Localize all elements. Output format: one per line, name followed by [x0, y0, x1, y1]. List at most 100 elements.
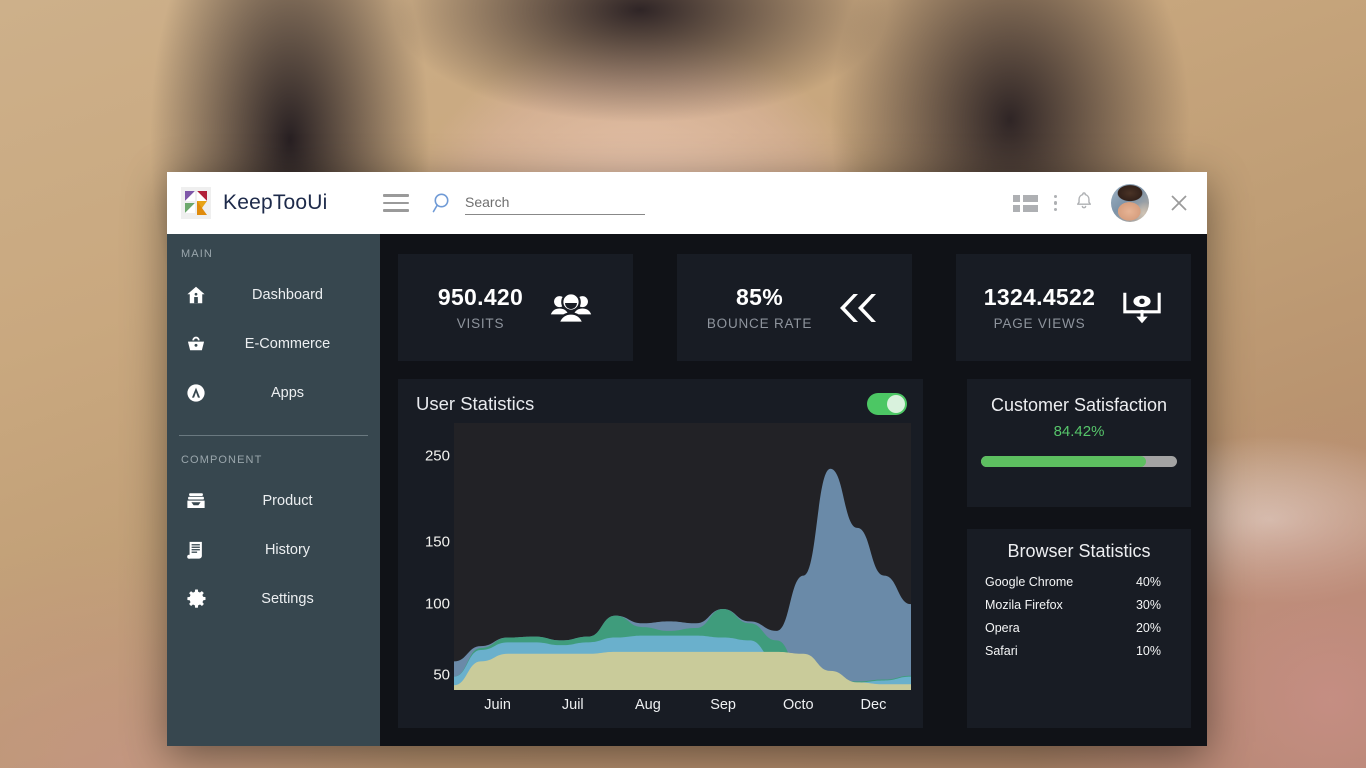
stat-label: PAGE VIEWS	[993, 316, 1086, 331]
sidebar: MAIN Dashboard E-Commerce Apps COMPONENT…	[167, 234, 380, 746]
sidebar-item-label: Settings	[261, 590, 314, 607]
chart-x-tick: Sep	[710, 697, 736, 713]
chart-header: User Statistics	[410, 393, 911, 415]
search-area	[431, 191, 1013, 215]
sidebar-item-settings[interactable]: Settings	[167, 574, 380, 623]
sidebar-item-apps[interactable]: Apps	[167, 368, 380, 417]
toggle-knob	[887, 395, 905, 413]
sidebar-item-dashboard[interactable]: Dashboard	[167, 270, 380, 319]
hamburger-bar	[383, 201, 409, 205]
sidebar-item-e-commerce[interactable]: E-Commerce	[167, 319, 380, 368]
double-chevron-left-icon	[838, 288, 882, 328]
grid-cell	[1022, 194, 1038, 202]
stat-value: 85%	[736, 284, 783, 310]
dot	[1053, 207, 1057, 212]
sidebar-item-history[interactable]: History	[167, 525, 380, 574]
browser-percent: 30%	[1135, 597, 1161, 612]
right-column: Customer Satisfaction 84.42% Browser Sta…	[967, 379, 1191, 728]
customer-satisfaction-card: Customer Satisfaction 84.42%	[967, 379, 1191, 507]
stat-card-visits[interactable]: 950.420 VISITS	[398, 254, 633, 361]
sidebar-item-label: Dashboard	[252, 286, 323, 303]
home-icon	[181, 284, 211, 306]
stat-text: 950.420 VISITS	[438, 284, 523, 331]
browser-statistics-row: Safari 10%	[981, 639, 1177, 662]
main-content: 950.420 VISITS 85% BOUNCE RATE 1324.4522…	[380, 234, 1207, 746]
users-group-icon	[549, 289, 593, 327]
chart-x-axis: Juin Juil Aug Sep Octo Dec	[454, 690, 911, 720]
search-icon[interactable]	[431, 191, 455, 215]
receipt-icon	[181, 539, 211, 561]
inbox-icon	[181, 490, 211, 512]
customer-satisfaction-value: 84.42%	[1053, 423, 1105, 440]
chart-x-tick: Octo	[782, 697, 814, 713]
grid-cell	[1012, 204, 1020, 212]
desktop-wallpaper: KeepTooUi Search MAIN Dashboard E-Commer…	[0, 0, 1366, 768]
chart-x-tick: Dec	[860, 697, 887, 713]
hamburger-bar	[383, 194, 409, 197]
browser-name: Mozila Firefox	[985, 597, 1063, 612]
satisfaction-progress-fill	[981, 456, 1147, 467]
grid-cell	[1022, 204, 1038, 212]
stat-text: 1324.4522 PAGE VIEWS	[984, 284, 1095, 331]
app-window: KeepTooUi Search MAIN Dashboard E-Commer…	[167, 172, 1207, 746]
browser-percent: 40%	[1135, 574, 1161, 589]
user-avatar[interactable]	[1111, 184, 1149, 222]
browser-name: Google Chrome	[985, 574, 1074, 589]
browser-statistics-row: Mozila Firefox 30%	[981, 593, 1177, 616]
browser-percent: 20%	[1135, 620, 1161, 635]
dot	[1053, 194, 1057, 199]
browser-name: Opera	[985, 620, 1020, 635]
chart-y-tick: 50	[433, 666, 450, 684]
sidebar-item-product[interactable]: Product	[167, 476, 380, 525]
toggle-switch-on[interactable]	[867, 393, 907, 415]
sidebar-item-label: Product	[262, 492, 313, 509]
chart-y-tick: 250	[424, 447, 450, 465]
chart-body: 250 150 100 50 Juin Juil Aug Sep Octo Dec	[410, 423, 911, 720]
stat-card-page-views[interactable]: 1324.4522 PAGE VIEWS	[956, 254, 1191, 361]
stat-card-row: 950.420 VISITS 85% BOUNCE RATE 1324.4522…	[398, 254, 1191, 361]
stat-label: VISITS	[456, 316, 505, 331]
stat-label: BOUNCE RATE	[706, 316, 813, 331]
satisfaction-progress-track	[981, 456, 1177, 467]
brand: KeepTooUi	[181, 187, 377, 219]
stat-card-bounce-rate[interactable]: 85% BOUNCE RATE	[677, 254, 912, 361]
browser-statistics-title: Browser Statistics	[1007, 541, 1151, 561]
sidebar-section-label-main: MAIN	[181, 248, 213, 260]
chart-y-tick: 100	[424, 595, 450, 613]
chart-y-tick: 150	[424, 533, 450, 551]
app-body: MAIN Dashboard E-Commerce Apps COMPONENT…	[167, 234, 1207, 746]
chart-plot-area	[454, 423, 911, 690]
browser-statistics-row: Opera 20%	[981, 616, 1177, 639]
gear-icon	[181, 587, 211, 610]
sidebar-item-label: E-Commerce	[244, 335, 331, 352]
close-icon[interactable]	[1167, 191, 1191, 215]
chart-x-tick: Juin	[484, 697, 511, 713]
grid-cell	[1012, 194, 1020, 202]
browser-name: Safari	[985, 643, 1018, 658]
chart-plot-wrap: Juin Juil Aug Sep Octo Dec	[454, 423, 911, 720]
app-header: KeepTooUi	[167, 172, 1207, 234]
appstore-icon	[181, 382, 211, 404]
grid-list-icon[interactable]	[1012, 194, 1038, 212]
brand-title: KeepTooUi	[223, 191, 328, 214]
basket-icon	[181, 333, 211, 355]
search-input[interactable]	[465, 191, 645, 215]
notification-bell-icon[interactable]	[1073, 190, 1095, 217]
chart-x-tick: Aug	[635, 697, 661, 713]
header-actions	[1012, 184, 1192, 222]
page-view-eye-icon	[1121, 287, 1163, 329]
user-statistics-card: User Statistics 250 150 100 50 Juin Juil…	[398, 379, 923, 728]
browser-statistics-list: Google Chrome 40% Mozila Firefox 30% Opera 20…	[981, 570, 1177, 662]
dot	[1053, 201, 1057, 205]
browser-statistics-row: Google Chrome 40%	[981, 570, 1177, 593]
customer-satisfaction-title: Customer Satisfaction	[990, 395, 1168, 415]
browser-percent: 10%	[1135, 643, 1161, 658]
stat-value: 1324.4522	[983, 284, 1096, 310]
more-vertical-icon[interactable]	[1053, 194, 1057, 212]
sidebar-divider	[179, 435, 368, 436]
hamburger-icon[interactable]	[383, 194, 409, 212]
chart-y-axis: 250 150 100 50	[410, 423, 454, 720]
keeptoo-k-logo-icon	[181, 187, 211, 219]
stat-value: 950.420	[437, 284, 524, 310]
sidebar-item-label: History	[264, 541, 311, 558]
